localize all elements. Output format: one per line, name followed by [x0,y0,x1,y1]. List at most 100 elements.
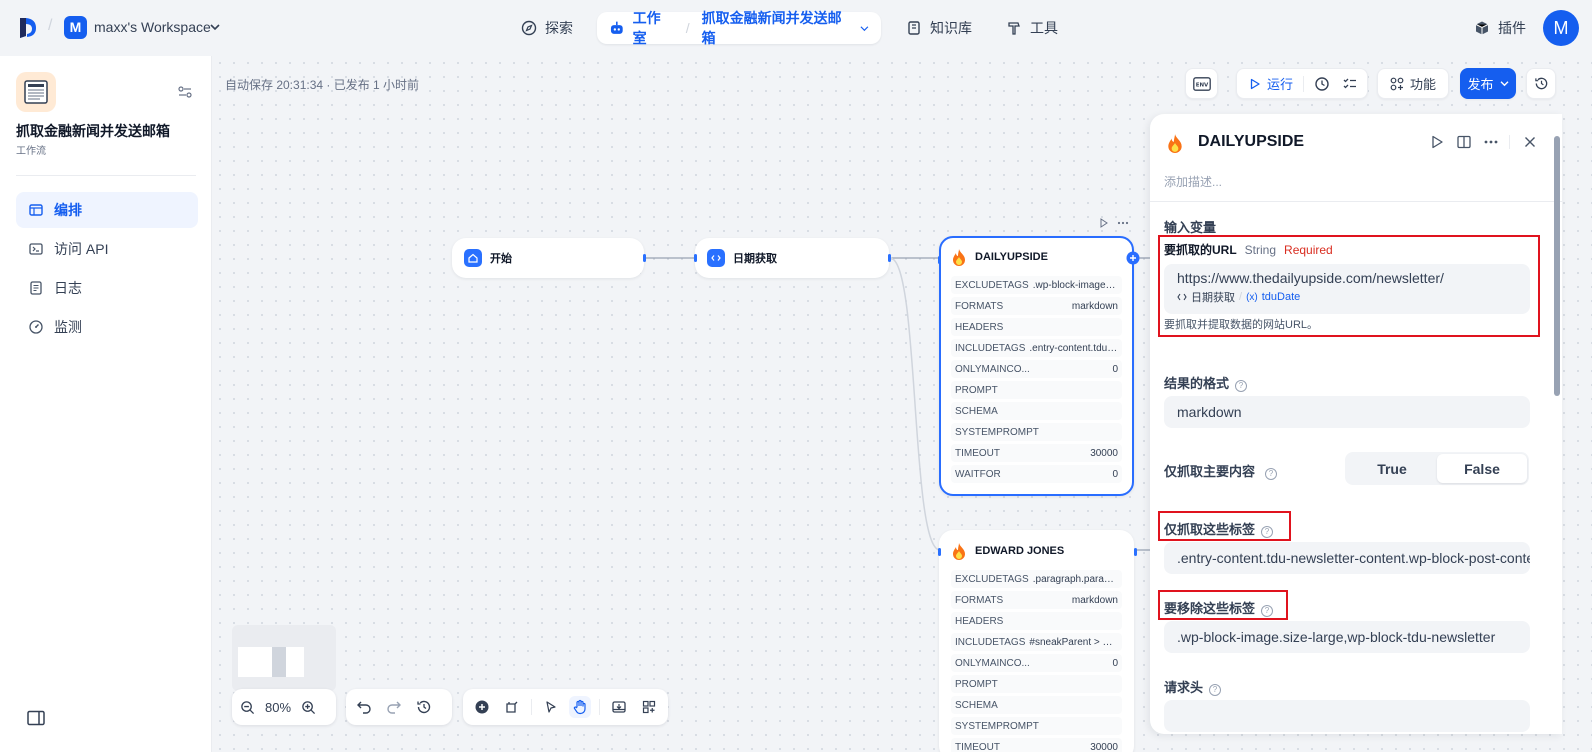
node-prop-row: HEADERS [951,318,1122,336]
true-option[interactable]: True [1347,454,1437,483]
minimap[interactable] [232,625,336,691]
zoom-in-icon[interactable] [301,700,316,715]
canvas-tools [463,689,668,725]
prop-key: ONLYMAINCO... [955,657,1030,669]
organize-blocks-button[interactable] [638,696,660,718]
split-view-icon[interactable] [1457,135,1471,149]
node-actions [1099,218,1129,228]
headers-input[interactable] [1164,700,1530,732]
node-prop-row: PROMPT [951,675,1122,693]
node-prop-row: SCHEMA [951,696,1122,714]
run-step-icon[interactable] [1430,135,1444,149]
hand-icon [574,699,586,715]
headers-label: 请求头? [1164,677,1222,696]
node-prop-row: ONLYMAINCO... 0 [951,654,1122,672]
highlight-include [1158,511,1291,541]
prop-value: 30000 [1090,741,1118,752]
more-icon[interactable] [1117,218,1129,228]
input-vars-heading: 输入变量 [1164,220,1217,235]
node-prop-row: WAITFOR 0 [951,465,1122,483]
node-prop-row: SYSTEMPROMPT [951,423,1122,441]
node-prop-row: INCLUDETAGS .entry-content.tdu-... [951,339,1122,357]
help-icon[interactable]: ? [1209,684,1222,696]
fire-icon [1168,134,1182,153]
prop-value: markdown [1071,594,1118,606]
node-prop-row: EXCLUDETAGS .paragraph.paragr... [951,570,1122,588]
prop-key: FORMATS [955,300,1004,312]
prop-key: TIMEOUT [955,741,1000,752]
node-prop-row: SYSTEMPROMPT [951,717,1122,735]
prop-key: EXCLUDETAGS [955,279,1029,291]
include-tags-input[interactable]: .entry-content.tdu-newsletter-content.wp… [1164,542,1530,574]
prop-key: TIMEOUT [955,447,1000,459]
prop-value: markdown [1071,300,1118,312]
cursor-icon [545,701,556,713]
node-prop-row: EXCLUDETAGS .wp-block-image.si... [951,276,1122,294]
undo-icon[interactable] [356,699,372,715]
zoom-out-icon[interactable] [240,700,255,715]
prop-key: PROMPT [955,678,998,690]
divider [1509,135,1510,149]
prop-key: SCHEMA [955,699,998,711]
prop-key: FORMATS [955,594,1004,606]
node-prop-row: FORMATS markdown [951,591,1122,609]
export-image-button[interactable] [608,696,630,718]
prop-value: .wp-block-image.si... [1032,279,1118,291]
exclude-tags-input[interactable]: .wp-block-image.size-large,wp-block-tdu-… [1164,621,1530,653]
add-note-button[interactable] [501,696,523,718]
node-output-handle[interactable] [643,254,646,262]
edge-date-edwardjones [889,257,941,551]
prop-key: SYSTEMPROMPT [955,720,1039,732]
prop-value: .entry-content.tdu-... [1029,342,1118,354]
node-prop-row: SCHEMA [951,402,1122,420]
close-icon[interactable] [1524,136,1536,148]
node-input-handle[interactable] [938,548,941,556]
main-only-toggle: True False [1345,452,1529,485]
help-icon[interactable]: ? [1235,380,1248,392]
node-input-handle[interactable] [694,254,697,262]
add-block-button[interactable] [471,696,493,718]
add-circle-icon [475,700,489,714]
main-only-label: 仅抓取主要内容? [1164,461,1278,480]
help-icon[interactable]: ? [1265,468,1278,480]
scrollbar[interactable] [1554,136,1560,396]
highlight-url [1158,235,1540,337]
node-title: 开始 [490,253,512,265]
history-icon[interactable] [416,699,432,715]
prop-key: INCLUDETAGS [955,342,1026,354]
prop-value: 0 [1112,363,1118,375]
node-output-handle[interactable] [888,254,891,262]
node-input-handle[interactable] [938,256,941,264]
format-select[interactable]: markdown [1164,396,1530,428]
prop-key: WAITFOR [955,468,1001,480]
hand-mode-button[interactable] [569,696,592,718]
node-dailyupside[interactable]: DAILYUPSIDE EXCLUDETAGS .wp-block-image.s… [938,236,1134,496]
node-start[interactable]: 开始 [452,238,646,278]
node-config-panel: DAILYUPSIDE 添加描述... 输入变量 要抓取的URL String … [1150,114,1562,734]
node-edwardjones[interactable]: EDWARD JONES EXCLUDETAGS .paragraph.parag… [938,530,1137,752]
node-prop-row: PROMPT [951,381,1122,399]
highlight-exclude [1158,590,1288,620]
format-label: 结果的格式? [1164,373,1248,392]
add-node-icon[interactable] [1126,251,1140,265]
node-title: 日期获取 [733,253,777,265]
redo-icon[interactable] [386,699,402,715]
description-placeholder[interactable]: 添加描述... [1164,173,1222,190]
zoom-level[interactable]: 80% [265,700,291,715]
node-prop-row: INCLUDETAGS #sneakParent > div... [951,633,1122,651]
prop-value: 0 [1112,468,1118,480]
prop-key: HEADERS [955,615,1004,627]
node-output-handle[interactable] [1134,548,1137,556]
prop-key: SCHEMA [955,405,998,417]
false-option[interactable]: False [1437,454,1527,483]
more-icon[interactable] [1484,139,1498,145]
prop-key: PROMPT [955,384,998,396]
node-prop-row: HEADERS [951,612,1122,630]
pointer-mode-button[interactable] [540,696,562,718]
fire-icon [953,249,965,266]
divider [1150,201,1562,202]
node-date[interactable]: 日期获取 [694,238,891,278]
play-icon[interactable] [1099,218,1109,228]
prop-value: .paragraph.paragr... [1032,573,1118,585]
panel-title[interactable]: DAILYUPSIDE [1198,133,1304,151]
